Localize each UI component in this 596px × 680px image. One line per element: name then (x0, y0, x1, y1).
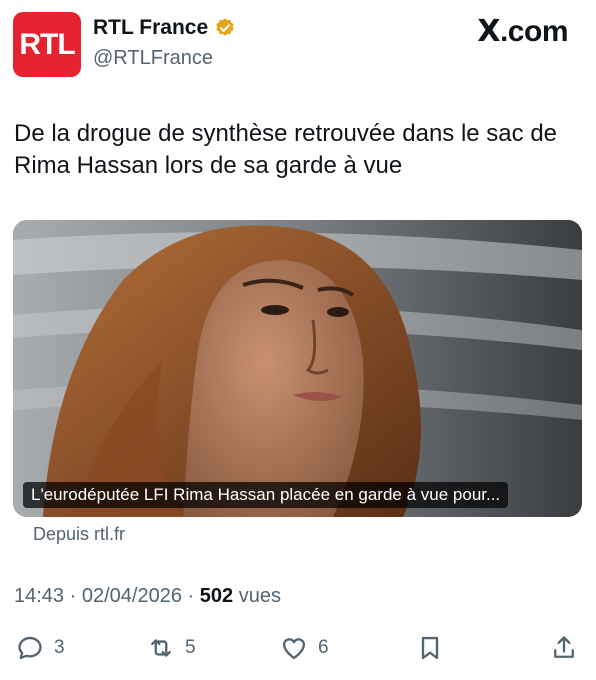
meta-separator-1: · (69, 585, 77, 607)
action-bar: 3 5 6 (0, 630, 596, 670)
x-logo-text: .com (499, 15, 569, 48)
repost-icon (151, 639, 171, 657)
tweet-time[interactable]: 14:43 (14, 585, 64, 607)
reply-button[interactable]: 3 (16, 630, 65, 666)
avatar[interactable]: RTL (13, 12, 81, 77)
card-photo (13, 220, 582, 517)
account-name-row: RTL France (93, 16, 236, 40)
repost-count: 5 (185, 637, 196, 658)
tweet-meta: 14:43 · 02/04/2026 · 502 vues (14, 585, 281, 608)
views-count: 502 (199, 585, 234, 607)
tweet-text: De la drogue de synthèse retrouvée dans … (14, 120, 558, 179)
heart-icon (282, 638, 306, 660)
display-name[interactable]: RTL France (93, 16, 208, 40)
repost-button[interactable]: 5 (147, 630, 196, 666)
share-button[interactable] (550, 630, 578, 666)
card-source-link[interactable]: Depuis rtl.fr (33, 524, 125, 545)
x-logo-mark: X (477, 14, 500, 49)
like-button[interactable]: 6 (280, 630, 329, 666)
views-label: vues (238, 585, 281, 607)
verified-badge-icon (214, 17, 236, 39)
link-card[interactable]: L'eurodéputée LFI Rima Hassan placée en … (13, 220, 582, 517)
card-caption: L'eurodéputée LFI Rima Hassan placée en … (23, 482, 509, 508)
bookmark-icon (421, 636, 439, 660)
share-icon (554, 636, 574, 658)
avatar-text: RTL (19, 27, 75, 61)
meta-separator-2: · (187, 585, 195, 607)
bookmark-button[interactable] (416, 630, 444, 666)
like-count: 6 (318, 637, 329, 658)
x-logo: X.com (477, 14, 568, 49)
tweet-date[interactable]: 02/04/2026 (82, 585, 182, 607)
reply-icon (18, 636, 42, 660)
account-handle[interactable]: @RTLFrance (93, 47, 213, 70)
reply-count: 3 (54, 637, 65, 658)
